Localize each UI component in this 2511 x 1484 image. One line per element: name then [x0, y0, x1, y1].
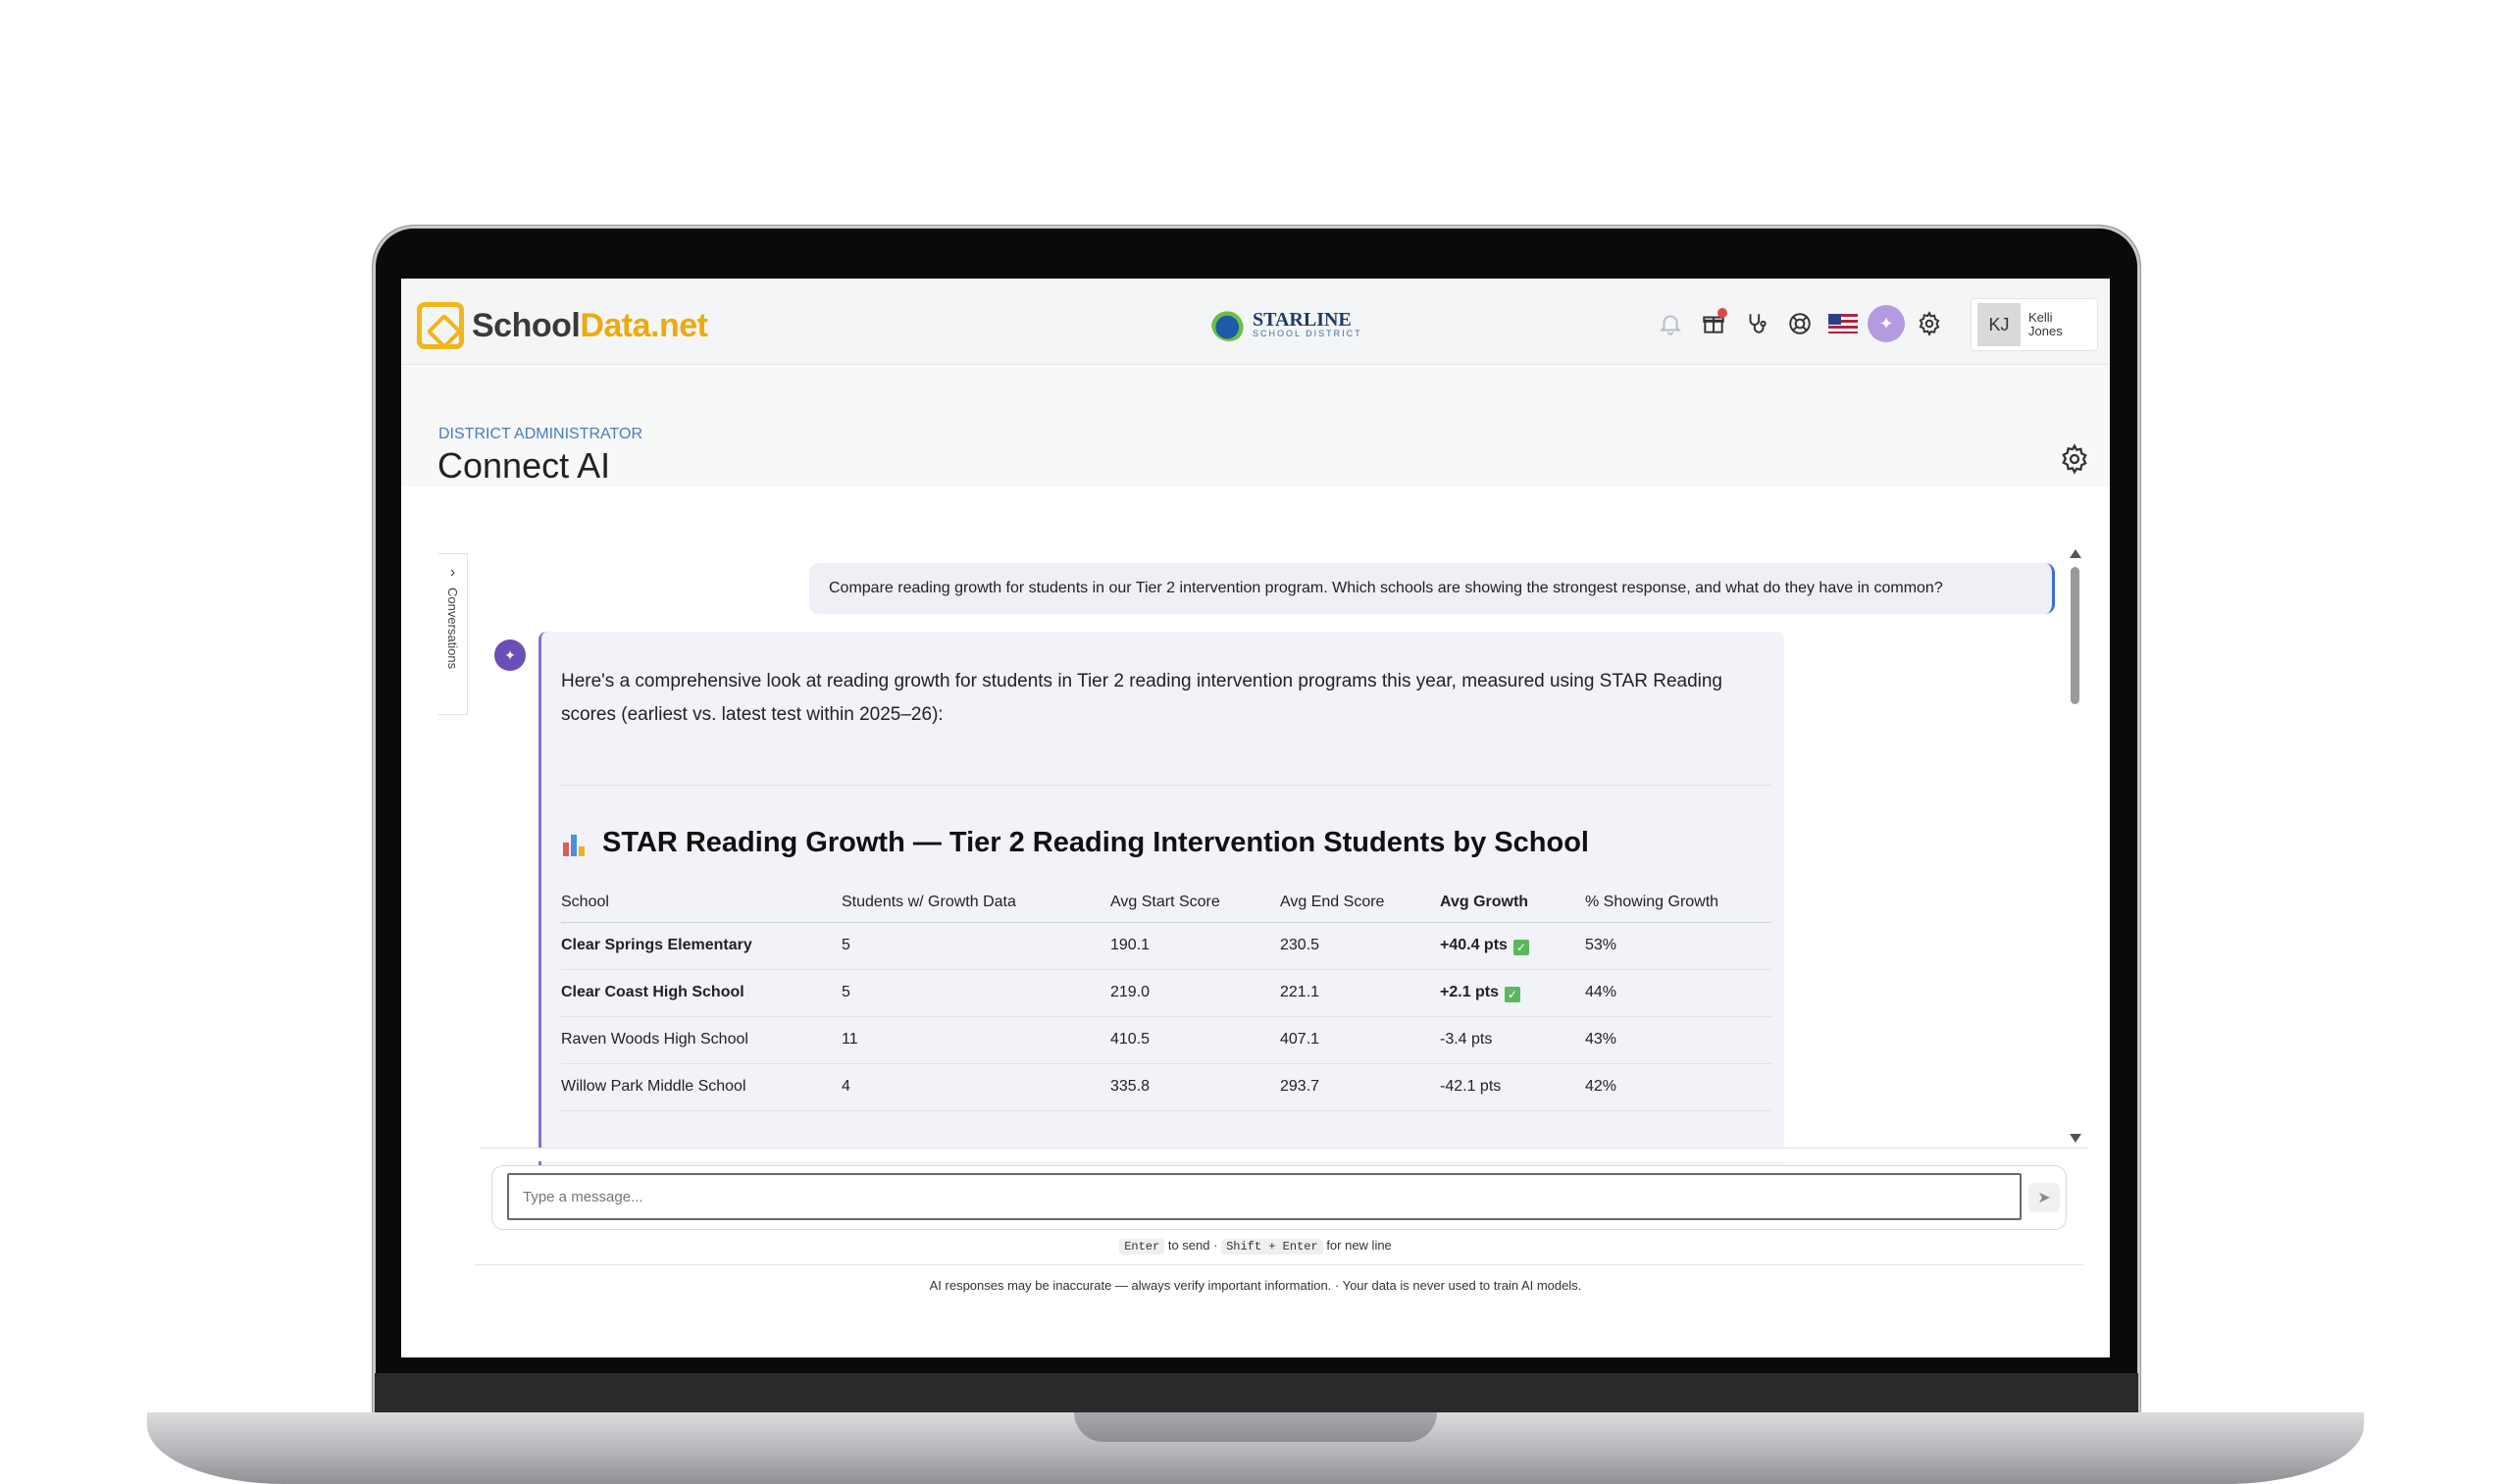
growth-table: School Students w/ Growth Data Avg Start… [561, 883, 1771, 1111]
ai-section-heading: STAR Reading Growth — Tier 2 Reading Int… [561, 827, 1765, 859]
district-logo: STARLINE SCHOOL DISTRICT [1211, 306, 1362, 341]
brand-logo[interactable]: SchoolData.net [417, 302, 708, 349]
scrollbar-thumb[interactable] [2071, 567, 2079, 704]
end-cell: 293.7 [1280, 1063, 1440, 1111]
user-name: Kelli Jones [2028, 310, 2063, 338]
settings-gear-icon[interactable] [2059, 443, 2090, 475]
district-emblem-icon [1211, 306, 1247, 341]
page-title: Connect AI [437, 445, 611, 486]
col-header: Avg Growth [1440, 883, 1585, 923]
school-cell: Clear Coast High School [561, 969, 842, 1017]
ai-avatar-icon: ✦ [494, 640, 526, 671]
ai-intro-text: Here's a comprehensive look at reading g… [561, 671, 1723, 725]
table-header-row: School Students w/ Growth Data Avg Start… [561, 883, 1771, 923]
col-header: School [561, 883, 842, 923]
laptop-mockup: SchoolData.net STARLINE SCHOOL DISTRICT [0, 0, 2511, 1484]
app-screen: SchoolData.net STARLINE SCHOOL DISTRICT [401, 279, 2110, 1357]
gear-icon[interactable] [1908, 304, 1951, 343]
user-message: Compare reading growth for students in o… [809, 563, 2055, 614]
col-header: Students w/ Growth Data [842, 883, 1110, 923]
notification-badge [1717, 308, 1727, 318]
header-icons: ✦ [1649, 304, 1951, 343]
start-cell: 335.8 [1110, 1063, 1280, 1111]
keyboard-hint: Enter to send · Shift + Enter for new li… [401, 1238, 2110, 1254]
brand-name: SchoolData.net [472, 306, 708, 344]
growth-cell: +2.1 pts ✓ [1440, 969, 1585, 1017]
students-cell: 5 [842, 969, 1110, 1017]
gift-icon[interactable] [1692, 304, 1735, 343]
growth-cell: +40.4 pts ✓ [1440, 922, 1585, 970]
school-cell: Clear Springs Elementary [561, 922, 842, 970]
end-cell: 230.5 [1280, 922, 1440, 970]
disclaimer-text: AI responses may be inaccurate — always … [929, 1278, 1582, 1293]
chat-viewport-edge [480, 1148, 2088, 1161]
pct-cell: 53% [1585, 922, 1771, 970]
school-cell: Raven Woods High School [561, 1016, 842, 1064]
check-icon: ✓ [1512, 939, 1529, 955]
end-cell: 221.1 [1280, 969, 1440, 1017]
pct-cell: 42% [1585, 1063, 1771, 1111]
ai-assistant-button[interactable]: ✦ [1865, 304, 1908, 343]
send-button[interactable]: ➤ [2028, 1183, 2060, 1212]
user-role: DISTRICT ADMINISTRATOR [438, 426, 643, 442]
students-cell: 11 [842, 1016, 1110, 1064]
conversations-toggle[interactable]: › Conversations [438, 553, 468, 715]
start-cell: 190.1 [1110, 922, 1280, 970]
ai-message: Here's a comprehensive look at reading g… [538, 632, 1784, 1181]
ai-sparkle-icon: ✦ [1868, 305, 1905, 342]
table-row: Clear Coast High School 5 219.0 221.1 +2… [561, 969, 1771, 1017]
conversations-label: Conversations [445, 588, 460, 670]
table-row: Clear Springs Elementary 5 190.1 230.5 +… [561, 922, 1771, 970]
check-icon: ✓ [1505, 986, 1521, 1002]
district-subtitle: SCHOOL DISTRICT [1253, 328, 1362, 338]
table-row: Willow Park Middle School 4 335.8 293.7 … [561, 1063, 1771, 1111]
scroll-up-arrow[interactable] [2070, 549, 2081, 558]
col-header: Avg Start Score [1110, 883, 1280, 923]
divider [561, 785, 1771, 786]
pct-cell: 44% [1585, 969, 1771, 1017]
divider [475, 1264, 2083, 1265]
school-cell: Willow Park Middle School [561, 1063, 842, 1111]
brand-logo-icon [417, 302, 464, 349]
send-arrow-icon: ➤ [2037, 1190, 2051, 1206]
district-name: STARLINE [1253, 308, 1352, 331]
page-header [401, 365, 2110, 486]
pct-cell: 43% [1585, 1016, 1771, 1064]
top-bar: SchoolData.net STARLINE SCHOOL DISTRICT [401, 279, 2110, 365]
end-cell: 407.1 [1280, 1016, 1440, 1064]
help-lifebuoy-icon[interactable] [1778, 304, 1821, 343]
students-cell: 4 [842, 1063, 1110, 1111]
students-cell: 5 [842, 922, 1110, 970]
bar-chart-icon [561, 831, 589, 856]
chevron-right-icon: › [449, 564, 456, 581]
table-row: Raven Woods High School 11 410.5 407.1 -… [561, 1016, 1771, 1064]
start-cell: 219.0 [1110, 969, 1280, 1017]
scroll-down-arrow[interactable] [2070, 1134, 2081, 1143]
laptop-notch [1074, 1412, 1437, 1442]
user-menu[interactable]: KJ Kelli Jones [1971, 298, 2098, 351]
us-flag-icon[interactable] [1821, 304, 1865, 343]
growth-cell: -42.1 pts [1440, 1063, 1585, 1111]
stethoscope-icon[interactable] [1735, 304, 1778, 343]
col-header: % Showing Growth [1585, 883, 1771, 923]
start-cell: 410.5 [1110, 1016, 1280, 1064]
col-header: Avg End Score [1280, 883, 1440, 923]
message-input[interactable] [507, 1173, 2022, 1220]
growth-cell: -3.4 pts [1440, 1016, 1585, 1064]
bell-icon[interactable] [1649, 304, 1692, 343]
avatar: KJ [1977, 303, 2021, 346]
